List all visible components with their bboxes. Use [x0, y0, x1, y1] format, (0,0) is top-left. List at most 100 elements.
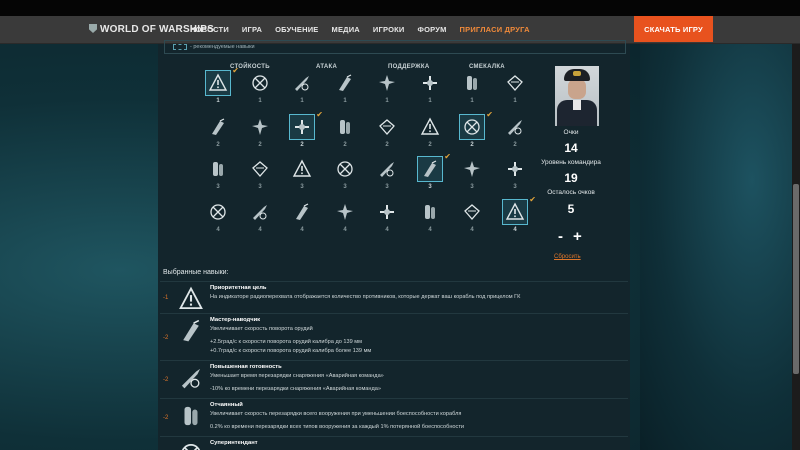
skill-icon[interactable]: [289, 156, 315, 182]
skill-cost: 4: [300, 227, 304, 233]
skill-icon[interactable]: [502, 114, 528, 140]
skill-icon[interactable]: [247, 114, 273, 140]
skill-icon[interactable]: [374, 156, 400, 182]
selected-skill-cost: -1: [163, 295, 169, 301]
skill-icon[interactable]: [247, 156, 273, 182]
skill-cost: 1: [216, 98, 220, 104]
skill-icon[interactable]: [417, 114, 443, 140]
skill-cell[interactable]: 2: [415, 114, 445, 154]
skill-cell[interactable]: 4: [457, 199, 487, 239]
skill-cell[interactable]: ✔ 1: [203, 66, 239, 110]
skill-cell[interactable]: 3: [330, 156, 360, 196]
skill-cell[interactable]: 4: [372, 199, 402, 239]
nav-item-game[interactable]: ИГРА: [242, 25, 262, 34]
scrollbar-thumb[interactable]: [793, 184, 799, 374]
selected-skill-description: Уменьшает время перезарядки снаряжения «…: [210, 373, 384, 379]
skill-icon[interactable]: [289, 70, 315, 96]
nav-item-learning[interactable]: ОБУЧЕНИЕ: [275, 25, 318, 34]
skill-cell[interactable]: 2: [203, 114, 233, 154]
selected-skill-name: Приоритетная цель: [210, 285, 267, 291]
skill-cell[interactable]: 2: [245, 114, 275, 154]
skill-cell[interactable]: 4: [330, 199, 360, 239]
skill-icon[interactable]: [459, 114, 485, 140]
skill-cell[interactable]: 3: [457, 156, 487, 196]
nav-item-media[interactable]: МЕДИА: [332, 25, 360, 34]
selected-skill-name: Мастер-наводчик: [210, 317, 261, 323]
skill-icon[interactable]: [502, 199, 528, 225]
skill-icon[interactable]: [247, 70, 273, 96]
skill-cell[interactable]: 1: [457, 70, 487, 110]
skill-icon[interactable]: [502, 156, 528, 182]
page-scrollbar[interactable]: [792, 44, 800, 450]
nav-item-forum[interactable]: ФОРУМ: [417, 25, 446, 34]
skill-cell[interactable]: 3: [287, 156, 317, 196]
skill-cost: 1: [258, 98, 262, 104]
download-game-button[interactable]: СКАЧАТЬ ИГРУ: [634, 16, 713, 42]
skill-icon[interactable]: [459, 156, 485, 182]
selected-check-icon: ✔: [232, 66, 239, 75]
skill-icon[interactable]: [289, 199, 315, 225]
selected-skill-description: -10% ко времени перезарядки снаряжения «…: [210, 386, 381, 392]
skill-icon[interactable]: [205, 156, 231, 182]
skill-icon[interactable]: [205, 70, 231, 96]
skill-cell[interactable]: 3: [372, 156, 402, 196]
skill-cell[interactable]: ✔ 2: [457, 110, 493, 154]
skill-cost: 2: [300, 142, 304, 148]
selected-check-icon: ✔: [444, 152, 451, 161]
selected-skill-description: 0.2% ко времени перезарядки всех типов в…: [210, 424, 465, 430]
skill-cell[interactable]: 3: [245, 156, 275, 196]
skill-cell[interactable]: 4: [287, 199, 317, 239]
skill-icon[interactable]: [459, 70, 485, 96]
skill-icon[interactable]: [332, 156, 358, 182]
skill-cell[interactable]: 2: [330, 114, 360, 154]
remaining-points-value: 5: [567, 202, 575, 216]
skill-cell[interactable]: 1: [245, 70, 275, 110]
skill-icon[interactable]: [332, 114, 358, 140]
skill-cost: 4: [428, 227, 432, 233]
skill-cell[interactable]: 4: [245, 199, 275, 239]
skill-icon[interactable]: [417, 156, 443, 182]
increase-level-button[interactable]: +: [573, 228, 582, 245]
nav-item-news[interactable]: НОВОСТИ: [190, 25, 229, 34]
skill-cell[interactable]: 1: [330, 70, 360, 110]
skill-cell[interactable]: 1: [372, 70, 402, 110]
logo-shield-icon: [89, 24, 97, 33]
nav-item-players[interactable]: ИГРОКИ: [373, 25, 405, 34]
nav-item-invite-friend[interactable]: ПРИГЛАСИ ДРУГА: [460, 25, 530, 34]
portrait-cap-badge: [573, 71, 581, 76]
skill-icon[interactable]: [417, 199, 443, 225]
skill-icon[interactable]: [247, 199, 273, 225]
selected-skill-row: Суперинтендант: [160, 436, 628, 450]
skill-icon[interactable]: [374, 199, 400, 225]
skill-cost: 3: [258, 184, 262, 190]
skill-cell[interactable]: 1: [500, 70, 530, 110]
skill-cost: 2: [428, 142, 432, 148]
skill-cell[interactable]: 4: [203, 199, 233, 239]
skill-cell[interactable]: 4: [415, 199, 445, 239]
skill-icon[interactable]: [417, 70, 443, 96]
skill-icon[interactable]: [332, 70, 358, 96]
decrease-level-button[interactable]: -: [558, 228, 563, 245]
skill-icon[interactable]: [205, 199, 231, 225]
skill-cell[interactable]: ✔ 2: [287, 110, 323, 154]
selected-skills-title: Выбранные навыки:: [163, 269, 229, 276]
skill-cell[interactable]: 1: [415, 70, 445, 110]
skill-cell[interactable]: 3: [203, 156, 233, 196]
skill-icon[interactable]: [502, 70, 528, 96]
reset-link[interactable]: Сбросить: [554, 254, 581, 260]
skill-icon[interactable]: [459, 199, 485, 225]
skill-icon[interactable]: [374, 114, 400, 140]
selected-skill-row: -2 Мастер-наводчик Увеличивает скорость по…: [160, 313, 628, 360]
skill-icon[interactable]: [332, 199, 358, 225]
skill-cell[interactable]: 2: [372, 114, 402, 154]
commander-level-value: 19: [564, 171, 578, 185]
skill-cost: 4: [385, 227, 389, 233]
skill-icon[interactable]: [289, 114, 315, 140]
selected-skill-row: -2 Отчаянный Увеличивает скорость перезаря…: [160, 398, 628, 436]
skill-cell[interactable]: 1: [287, 70, 317, 110]
skill-icon[interactable]: [374, 70, 400, 96]
skill-icon[interactable]: [205, 114, 231, 140]
skill-cell[interactable]: ✔ 3: [415, 152, 451, 196]
skill-cost: 3: [300, 184, 304, 190]
skill-cost: 4: [470, 227, 474, 233]
